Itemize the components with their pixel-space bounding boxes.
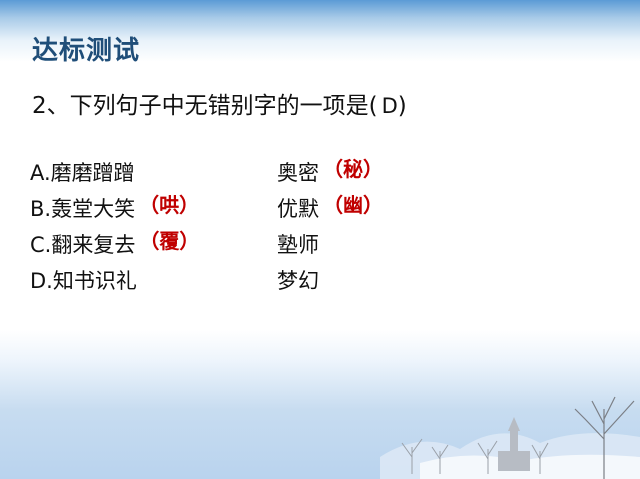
option-a-right: 奥密 （秘） [277,157,383,187]
answer-close: ) [397,93,407,119]
option-text: B.轰堂大笑 [30,197,136,221]
slide: 达标测试 2、下列句子中无错别字的一项是(D) A.磨磨蹭蹭 奥密 （秘） B.轰… [0,0,640,479]
option-text: A.磨磨蹭蹭 [30,161,135,185]
option-text: 梦幻 [277,269,319,293]
option-d-right: 梦幻 [277,265,323,295]
option-b-left: B.轰堂大笑 （哄） [30,193,199,223]
question-stem: 2、下列句子中无错别字的一项是 [32,93,369,119]
correction-mark: （覆） [139,229,200,253]
correction-mark: （哄） [139,193,200,217]
winter-landscape-decoration [380,396,640,479]
option-text: 优默 [277,197,319,221]
slide-title: 达标测试 [32,36,141,66]
answer-value: D [381,94,398,118]
option-text: 奥密 [277,161,319,185]
correction-mark: （秘） [323,157,383,181]
option-d-left: D.知书识礼 [30,265,141,295]
option-text: D.知书识礼 [30,269,137,293]
option-text: 塾师 [277,233,319,257]
option-c-right: 塾师 [277,229,323,259]
answer-open: ( [368,93,378,119]
option-text: C.翻来复去 [30,233,136,257]
option-a-left: A.磨磨蹭蹭 [30,157,139,187]
question-text: 2、下列句子中无错别字的一项是(D) [32,86,407,120]
correction-mark: （幽） [323,193,383,217]
option-b-right: 优默 （幽） [277,193,383,223]
option-c-left: C.翻来复去 （覆） [30,229,199,259]
